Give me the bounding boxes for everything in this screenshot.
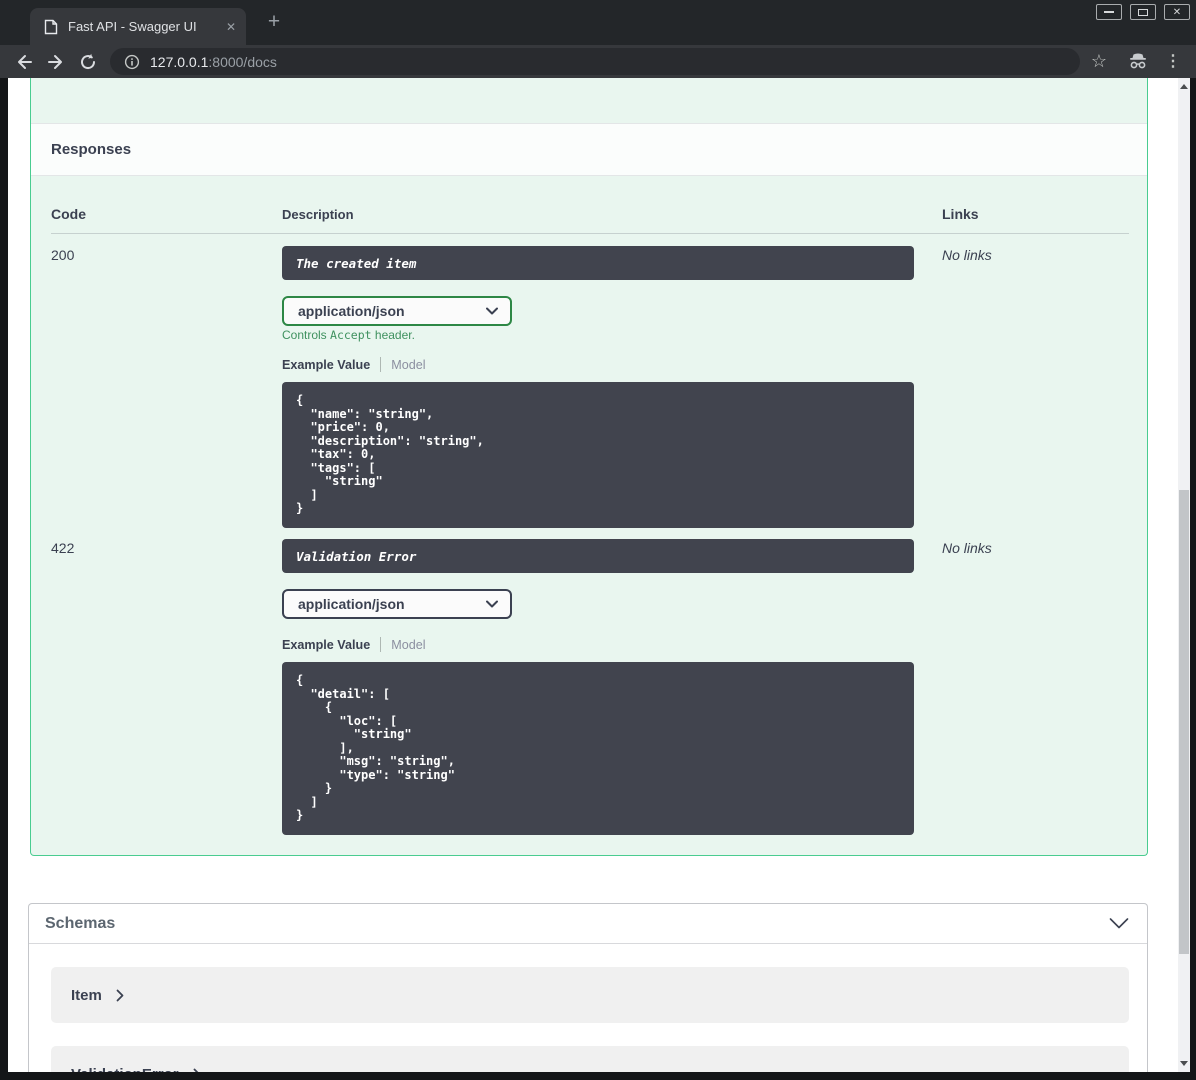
schema-item-card[interactable]: Item [51, 967, 1129, 1023]
forward-icon [48, 55, 62, 69]
browser-toolbar: 127.0.0.1:8000/docs ☆ ⋮ [0, 45, 1196, 78]
schema-validationerror-card[interactable]: ValidationError [51, 1046, 1129, 1072]
swagger-page: Responses Code Description Links 200 The… [8, 78, 1190, 1072]
media-type-select-200[interactable]: application/json [282, 296, 512, 326]
responses-table-header-description: Description [282, 207, 354, 222]
example-json-422: { "detail": [ { "loc": [ "string" ], "ms… [282, 662, 914, 835]
forward-button[interactable] [44, 50, 68, 74]
scrollbar-thumb[interactable] [1179, 490, 1189, 954]
incognito-icon [1127, 50, 1149, 72]
schemas-title: Schemas [45, 914, 116, 932]
chevron-down-icon [486, 307, 498, 315]
page-scrollbar[interactable] [1178, 78, 1190, 1072]
table-header-divider [51, 233, 1129, 234]
schemas-header[interactable]: Schemas [29, 904, 1147, 944]
address-bar[interactable]: 127.0.0.1:8000/docs [110, 48, 1080, 75]
schemas-section: Schemas Item ValidationError [28, 903, 1148, 1072]
example-model-tabs-422: Example Value Model [282, 637, 426, 652]
response-200-description: The created item [282, 246, 914, 280]
minimize-icon [1104, 11, 1114, 13]
tab-example-value[interactable]: Example Value [282, 638, 370, 652]
responses-section-header: Responses [31, 123, 1147, 176]
tab-example-value[interactable]: Example Value [282, 358, 370, 372]
tab-title: Fast API - Swagger UI [68, 19, 197, 34]
menu-kebab-icon[interactable]: ⋮ [1162, 50, 1184, 72]
maximize-icon [1138, 8, 1148, 16]
tab-divider [380, 637, 382, 652]
browser-window: Fast API - Swagger UI ✕ + ✕ 127.0.0.1:8… [0, 0, 1196, 1080]
responses-title: Responses [51, 141, 132, 158]
tab-model[interactable]: Model [391, 358, 425, 372]
response-200-links: No links [942, 247, 992, 263]
tab-close-icon[interactable]: ✕ [226, 20, 236, 34]
minimize-button[interactable] [1096, 4, 1122, 20]
example-json-200: { "name": "string", "price": 0, "descrip… [282, 382, 914, 528]
back-button[interactable] [12, 50, 36, 74]
scroll-down-icon[interactable] [1180, 1061, 1188, 1066]
tab-model[interactable]: Model [391, 638, 425, 652]
reload-button[interactable] [76, 50, 100, 74]
response-code-200: 200 [51, 247, 75, 263]
reload-icon [81, 53, 96, 70]
chevron-down-icon[interactable] [1109, 918, 1129, 929]
response-code-422: 422 [51, 540, 75, 556]
response-422-description: Validation Error [282, 539, 914, 573]
url-path: :8000/docs [208, 53, 277, 70]
scroll-up-icon[interactable] [1180, 84, 1188, 89]
responses-table-header-code: Code [51, 206, 86, 222]
tab-strip: Fast API - Swagger UI ✕ + ✕ [0, 0, 1196, 45]
tab-divider [380, 357, 382, 372]
info-icon [124, 54, 140, 69]
chevron-right-icon [193, 1068, 199, 1072]
url-host: 127.0.0.1 [150, 53, 209, 70]
responses-table-header-links: Links [942, 206, 979, 222]
page-icon [44, 19, 58, 34]
endpoint-block: Responses Code Description Links 200 The… [30, 78, 1148, 856]
close-button[interactable]: ✕ [1164, 4, 1190, 20]
chevron-right-icon [116, 989, 124, 1001]
maximize-button[interactable] [1130, 4, 1156, 20]
accept-header-message: Controls Accept header. [282, 328, 415, 342]
example-model-tabs-200: Example Value Model [282, 357, 426, 372]
back-icon [18, 55, 32, 69]
response-422-links: No links [942, 540, 992, 556]
window-controls: ✕ [1088, 4, 1190, 20]
bookmark-star-icon[interactable]: ☆ [1088, 50, 1110, 72]
new-tab-button[interactable]: + [260, 9, 288, 37]
chevron-down-icon [486, 600, 498, 608]
browser-tab[interactable]: Fast API - Swagger UI ✕ [30, 8, 246, 45]
media-type-select-422[interactable]: application/json [282, 589, 512, 619]
